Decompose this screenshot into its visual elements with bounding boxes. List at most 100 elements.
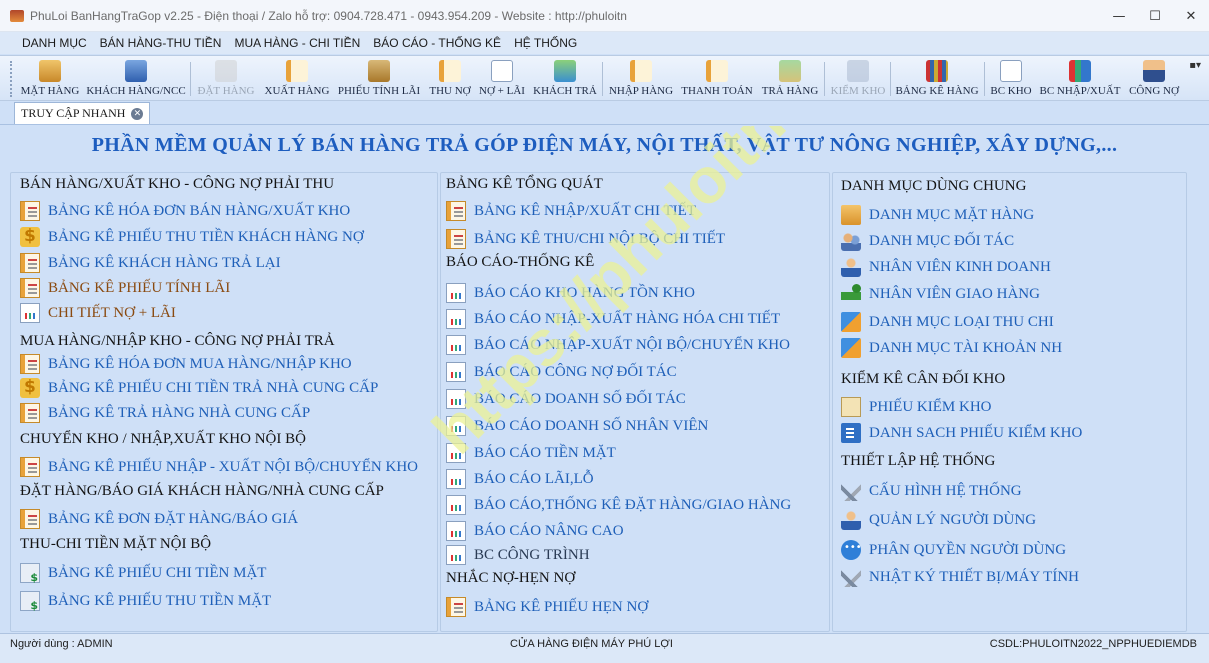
tab-truy-cap-nhanh[interactable]: TRUY CẬP NHANH ✕ <box>14 102 151 124</box>
doc-icon <box>20 457 40 477</box>
quick-link[interactable]: BẢNG KÊ PHIẾU CHI TIỀN MẶT <box>20 563 266 584</box>
quick-link-label: DANH MỤC MẶT HÀNG <box>869 206 1035 223</box>
quick-link-label: BÁO CÁO LÃI,LỖ <box>474 470 594 487</box>
chart-icon <box>446 521 466 541</box>
menu-ban-hang[interactable]: BÁN HÀNG-THU TIỀN <box>100 36 222 50</box>
warehouse-icon <box>847 60 869 82</box>
menu-mua-hang[interactable]: MUA HÀNG - CHI TIỀN <box>234 36 360 50</box>
tb-bang-ke-hang-button[interactable]: BẢNG KÊ HÀNG <box>893 59 981 99</box>
quick-link[interactable]: QUẢN LÝ NGƯỜI DÙNG <box>841 510 1036 530</box>
quick-link[interactable]: BẢNG KÊ NHẬP/XUẤT CHI TIẾT <box>446 201 696 221</box>
chart-icon <box>446 335 466 355</box>
toolbar-grip[interactable] <box>10 61 13 97</box>
quick-link[interactable]: BÁO CÁO CÔNG NỢ ĐỐI TÁC <box>446 362 677 382</box>
tb-kiem-kho-button[interactable]: KIỂM KHO <box>828 59 888 99</box>
status-store: CỬA HÀNG ĐIỆN MÁY PHÚ LỢI <box>510 638 673 650</box>
quick-link[interactable]: BẢNG KÊ PHIẾU CHI TIỀN TRẢ NHÀ CUNG CẤP <box>20 377 378 398</box>
quick-link[interactable]: BẢNG KÊ PHIẾU TÍNH LÃI <box>20 278 230 298</box>
menu-he-thong[interactable]: HỆ THỐNG <box>514 36 577 50</box>
quick-link[interactable]: BÁO CÁO NHẬP-XUẤT NỘI BỘ/CHUYỂN KHO <box>446 335 790 355</box>
quick-link[interactable]: NHÂN VIÊN GIAO HÀNG <box>841 284 1040 304</box>
section-title: KIỂM KÊ CÂN ĐỐI KHO <box>841 371 1006 387</box>
section-title: THIẾT LẬP HỆ THỐNG <box>841 453 996 469</box>
tb-cong-no-button[interactable]: CÔNG NỢ <box>1125 59 1183 99</box>
quick-link[interactable]: BẢNG KÊ HÓA ĐƠN MUA HÀNG/NHẬP KHO <box>20 354 352 374</box>
quick-link-label: DANH MỤC TÀI KHOẢN NH <box>869 339 1063 356</box>
close-button[interactable]: ✕ <box>1173 0 1209 32</box>
chart-icon <box>20 303 40 323</box>
tools-icon <box>841 567 861 587</box>
tb-dat-hang-button[interactable]: ĐẶT HÀNG <box>194 59 258 99</box>
quick-link[interactable]: PHIẾU KIỂM KHO <box>841 397 992 417</box>
quick-link[interactable]: BÁO CÁO DOANH SỐ NHÂN VIÊN <box>446 416 708 436</box>
boxes-icon <box>39 60 61 82</box>
quick-link[interactable]: BẢNG KÊ PHIẾU THU TIỀN MẶT <box>20 591 271 612</box>
toolbar-separator <box>602 62 603 96</box>
tb-bc-kho-button[interactable]: BC KHO <box>987 59 1035 99</box>
quick-link[interactable]: BÁO CÁO LÃI,LỖ <box>446 469 594 489</box>
quick-link[interactable]: BÁO CÁO TIỀN MẶT <box>446 443 616 463</box>
quick-link[interactable]: DANH MỤC LOẠI THU CHI <box>841 312 1054 332</box>
section-title: NHẮC NỢ-HẸN NỢ <box>446 570 576 586</box>
tb-bc-nhap-xuat-button[interactable]: BC NHẬP/XUẤT <box>1037 59 1123 99</box>
tab-close-icon[interactable]: ✕ <box>131 107 144 120</box>
quick-link[interactable]: NHẬT KÝ THIẾT BỊ/MÁY TÍNH <box>841 567 1079 587</box>
tb-xuat-hang-button[interactable]: XUẤT HÀNG <box>262 59 332 99</box>
quick-link[interactable]: BẢNG KÊ ĐƠN ĐẶT HÀNG/BÁO GIÁ <box>20 509 298 529</box>
doc-icon <box>20 253 40 273</box>
quick-link[interactable]: DANH MỤC MẶT HÀNG <box>841 205 1034 225</box>
menu-bao-cao[interactable]: BÁO CÁO - THỐNG KÊ <box>373 36 501 50</box>
interest-icon <box>368 60 390 82</box>
chart-icon <box>446 362 466 382</box>
quick-link[interactable]: DANH MỤC TÀI KHOẢN NH <box>841 338 1062 358</box>
chart-icon <box>446 443 466 463</box>
quick-link-label: QUẢN LÝ NGƯỜI DÙNG <box>869 511 1037 528</box>
minimize-button[interactable]: — <box>1101 0 1137 32</box>
quick-link[interactable]: BC CÔNG TRÌNH <box>446 545 590 565</box>
tb-thu-no-button[interactable]: THU NỢ <box>426 59 474 99</box>
cubes-icon <box>841 312 861 332</box>
tb-phieu-tinh-lai-button[interactable]: PHIẾU TÍNH LÃI <box>334 59 424 99</box>
tb-mat-hang-button[interactable]: MẶT HÀNG <box>18 59 82 99</box>
quick-link[interactable]: BẢNG KÊ HÓA ĐƠN BÁN HÀNG/XUẤT KHO <box>20 201 350 221</box>
quick-link[interactable]: CHI TIẾT NỢ + LÃI <box>20 303 176 323</box>
tb-khach-hang-button[interactable]: KHÁCH HÀNG/NCC <box>84 59 188 99</box>
money-icon <box>20 563 40 584</box>
tb-thanh-toan-button[interactable]: THANH TOÁN <box>678 59 756 99</box>
quick-link-label: BẢNG KÊ PHIẾU THU TIỀN KHÁCH HÀNG NỢ <box>48 228 364 245</box>
quick-link[interactable]: DANH MỤC ĐỐI TÁC <box>841 231 1014 251</box>
tb-nhap-hang-button[interactable]: NHẬP HÀNG <box>606 59 676 99</box>
quick-link-label: NHẬT KÝ THIẾT BỊ/MÁY TÍNH <box>869 568 1079 585</box>
quick-link[interactable]: BẢNG KÊ THU/CHI NỘI BỘ CHI TIẾT <box>446 229 725 249</box>
quick-link[interactable]: PHÂN QUYỀN NGƯỜI DÙNG <box>841 540 1066 560</box>
quick-link-label: NHÂN VIÊN KINH DOANH <box>869 258 1051 275</box>
tb-khach-tra-button[interactable]: KHÁCH TRẢ <box>530 59 600 99</box>
return-icon <box>554 60 576 82</box>
quick-link[interactable]: BẢNG KÊ PHIẾU THU TIỀN KHÁCH HÀNG NỢ <box>20 226 364 247</box>
quick-link-label: CHI TIẾT NỢ + LÃI <box>48 304 176 321</box>
dollar-icon <box>20 226 40 247</box>
quick-link-label: BÁO CÁO CÔNG NỢ ĐỐI TÁC <box>474 363 677 380</box>
quick-link[interactable]: CẤU HÌNH HỆ THỐNG <box>841 481 1022 501</box>
quick-link[interactable]: BẢNG KÊ TRẢ HÀNG NHÀ CUNG CẤP <box>20 403 310 423</box>
quick-link[interactable]: BÁO CÁO KHO HÀNG TỒN KHO <box>446 283 695 303</box>
quick-link[interactable]: BÁO CÁO NÂNG CAO <box>446 521 624 541</box>
quick-link[interactable]: BẢNG KÊ PHIẾU NHẬP - XUẤT NỘI BỘ/CHUYỂN … <box>20 457 418 477</box>
doc-icon <box>20 354 40 374</box>
toolbar-overflow-button[interactable]: ▪▾ <box>1189 60 1201 71</box>
quick-link[interactable]: BÁO CÁO,THỐNG KÊ ĐẶT HÀNG/GIAO HÀNG <box>446 495 791 515</box>
tb-tra-hang-button[interactable]: TRẢ HÀNG <box>758 59 822 99</box>
quick-link[interactable]: BẢNG KÊ PHIẾU HẸN NỢ <box>446 597 648 617</box>
quick-link[interactable]: BÁO CÁO NHẬP-XUẤT HÀNG HÓA CHI TIẾT <box>446 309 780 329</box>
doc-icon <box>446 597 466 617</box>
section-title: BÁN HÀNG/XUẤT KHO - CÔNG NỢ PHẢI THU <box>20 176 335 192</box>
menu-danh-muc[interactable]: DANH MỤC <box>22 36 87 50</box>
tb-no-lai-button[interactable]: NỢ + LÃI <box>476 59 528 99</box>
quick-link[interactable]: BẢNG KÊ KHÁCH HÀNG TRẢ LẠI <box>20 253 281 273</box>
quick-link[interactable]: BÁO CÁO DOANH SỐ ĐỐI TÁC <box>446 389 686 409</box>
report-icon <box>1000 60 1022 82</box>
maximize-button[interactable]: ☐ <box>1137 0 1173 32</box>
quick-link[interactable]: DANH SACH PHIẾU KIỂM KHO <box>841 423 1082 443</box>
quick-link-label: BÁO CÁO DOANH SỐ ĐỐI TÁC <box>474 390 686 407</box>
quick-link[interactable]: NHÂN VIÊN KINH DOANH <box>841 257 1051 277</box>
